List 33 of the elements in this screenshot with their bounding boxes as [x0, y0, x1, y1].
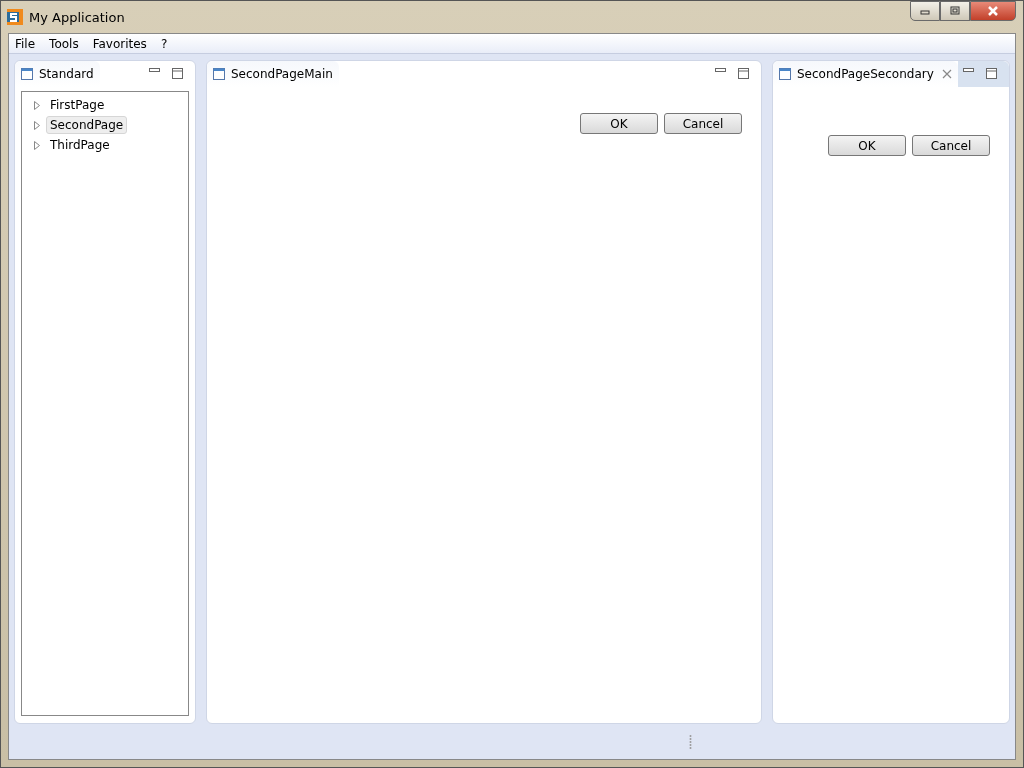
- dialog-button[interactable]: OK: [580, 113, 658, 134]
- maximize-icon[interactable]: [986, 68, 997, 79]
- maximize-icon[interactable]: [738, 68, 749, 79]
- app-logo-icon: [7, 9, 23, 25]
- dialog-button[interactable]: Cancel: [664, 113, 742, 134]
- minimize-button[interactable]: [910, 1, 940, 21]
- restore-icon: [949, 6, 961, 16]
- close-icon: [986, 5, 1000, 17]
- tab-title: SecondPageMain: [231, 67, 333, 81]
- view-icon: [779, 68, 791, 80]
- minimize-icon[interactable]: [963, 68, 974, 73]
- close-icon[interactable]: [941, 69, 952, 79]
- minimize-icon[interactable]: [149, 68, 160, 73]
- window-title: My Application: [29, 9, 125, 25]
- tab-title: SecondPageSecondary: [797, 67, 934, 81]
- resize-grip-icon[interactable]: [689, 733, 692, 750]
- view-icon: [213, 68, 225, 80]
- menu-item[interactable]: Favorites: [92, 36, 147, 51]
- view-icon: [21, 68, 33, 80]
- close-button[interactable]: [970, 1, 1016, 21]
- menu-item[interactable]: Tools: [49, 36, 79, 51]
- tree-item[interactable]: ThirdPage: [46, 136, 114, 154]
- menu-item[interactable]: ?: [160, 36, 168, 51]
- minimize-icon[interactable]: [715, 68, 726, 73]
- minimize-icon: [919, 7, 931, 15]
- maximize-button[interactable]: [940, 1, 970, 21]
- maximize-icon[interactable]: [172, 68, 183, 79]
- dialog-button[interactable]: OK: [828, 135, 906, 156]
- tree-item[interactable]: FirstPage: [46, 96, 109, 114]
- dialog-button[interactable]: Cancel: [912, 135, 990, 156]
- tree-item[interactable]: SecondPage: [46, 116, 128, 134]
- menu-item[interactable]: File: [15, 36, 36, 51]
- tab-title: Standard: [39, 67, 94, 81]
